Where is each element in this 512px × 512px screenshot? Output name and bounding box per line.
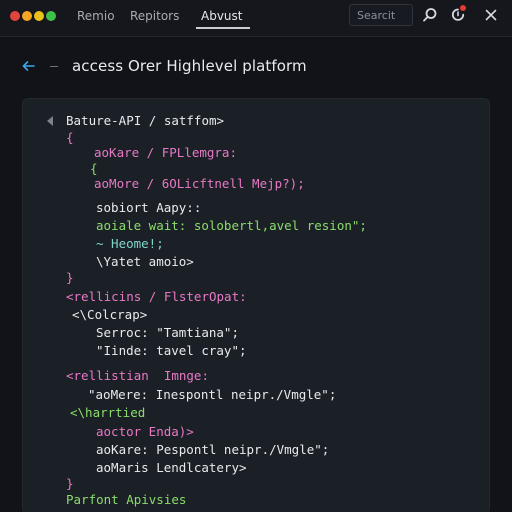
code-line: <\Colcrap> (72, 307, 148, 322)
search-input[interactable]: Searcit (349, 4, 413, 26)
active-tab-indicator (196, 27, 250, 29)
page-title: access Orer Highlevel platform (72, 57, 307, 75)
top-bar: Remio Repitors Abvust Searcit (0, 0, 512, 37)
code-line: aoKare / FPLlemgra: (94, 145, 237, 160)
code-line: } (66, 270, 74, 285)
code-line: } (66, 476, 74, 491)
code-line: { (90, 161, 98, 176)
code-line: Serroc: "Tamtiana"; (96, 325, 239, 340)
arrow-left-icon[interactable] (20, 57, 38, 75)
code-line: aoctor Enda)> (96, 424, 194, 439)
collapse-caret-icon[interactable] (44, 114, 56, 128)
tab-remio[interactable]: Remio (77, 9, 115, 23)
code-line: sobiort Aapy:: (96, 200, 202, 215)
code-line: aoMaris Lendlcatery> (96, 460, 247, 475)
code-line: "Iinde: tavel cray"; (96, 343, 247, 358)
code-line: { (66, 130, 74, 145)
code-line: aoMore / 6OLicftnell Mejp?); (94, 176, 305, 191)
code-line: "aoMere: Inespontl neipr./Vmgle"; (88, 387, 337, 402)
code-line: ~ Heome!; (96, 236, 164, 251)
window-dot-yellow[interactable] (34, 11, 44, 21)
code-line: Bature-API / satffom> (66, 113, 225, 128)
window-dot-green[interactable] (46, 11, 56, 21)
app-window: Remio Repitors Abvust Searcit access Ore… (0, 0, 512, 512)
search-icon[interactable] (421, 6, 439, 24)
code-line: <rellistian Imnge: (66, 368, 209, 383)
header-divider (50, 66, 58, 67)
code-line: Parfont Apivsies (66, 492, 187, 507)
code-line: \Yatet amoio> (96, 254, 194, 269)
tab-repitors[interactable]: Repitors (130, 9, 179, 23)
window-dot-orange[interactable] (22, 11, 32, 21)
close-icon[interactable] (482, 6, 500, 24)
code-line: aoiale wait: solobertl,avel resion"; (96, 218, 367, 233)
code-line: aoKare: Pespontl neipr./Vmgle"; (96, 442, 330, 457)
code-line: <\harrtied (70, 405, 146, 420)
window-dot-red[interactable] (10, 11, 20, 21)
code-line: <rellicins / FlsterOpat: (66, 289, 247, 304)
notification-badge (460, 5, 466, 11)
tab-abvust[interactable]: Abvust (201, 9, 243, 23)
